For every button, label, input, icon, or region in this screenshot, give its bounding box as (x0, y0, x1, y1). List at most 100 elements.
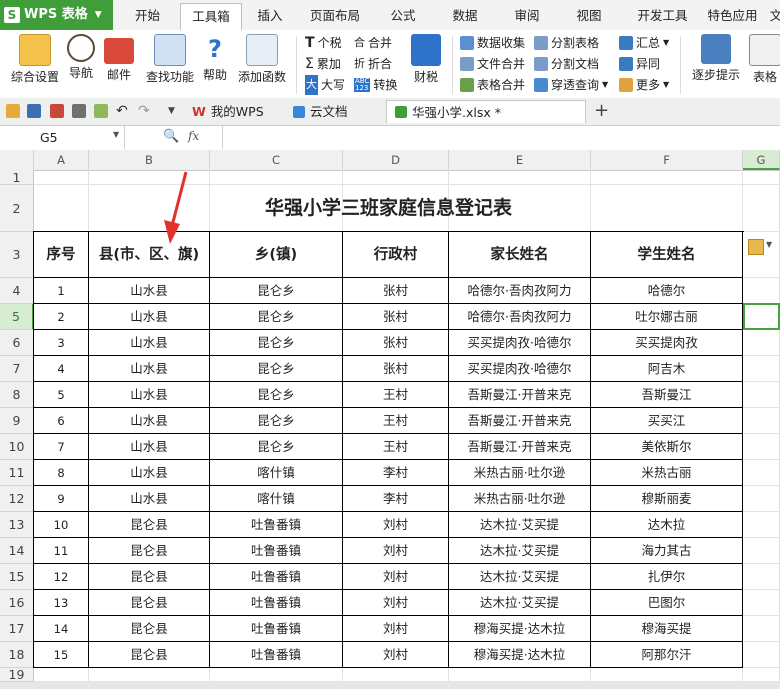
table-cell[interactable]: 达木拉·艾买提 (449, 590, 591, 616)
header-cell[interactable]: 县(市、区、旗) (89, 232, 210, 278)
table-cell[interactable]: 刘村 (343, 616, 449, 642)
diff-button[interactable]: 异同 (619, 54, 660, 74)
column-header-e[interactable]: E (449, 150, 591, 170)
row-header-3[interactable]: 3 (0, 232, 34, 278)
header-cell[interactable]: 学生姓名 (591, 232, 743, 278)
table-cell[interactable]: 穆海买提 (591, 616, 743, 642)
row-header-11[interactable]: 11 (0, 460, 34, 486)
table-cell[interactable]: 9 (34, 486, 89, 512)
table-cell[interactable]: 刘村 (343, 512, 449, 538)
table-cell[interactable]: 山水县 (89, 278, 210, 304)
navigate-button[interactable]: 导航 (64, 34, 98, 81)
table-cell[interactable]: 吾斯曼江·开普来克 (449, 382, 591, 408)
table-cell[interactable]: 5 (34, 382, 89, 408)
table-cell[interactable]: 刘村 (343, 564, 449, 590)
table-cell[interactable]: 吾斯曼江·开普来克 (449, 408, 591, 434)
save-icon[interactable] (27, 104, 41, 118)
table-cell[interactable]: 山水县 (89, 408, 210, 434)
table-cell[interactable]: 昆仑县 (89, 512, 210, 538)
row-header-15[interactable]: 15 (0, 564, 34, 590)
redo-icon[interactable]: ↷ (138, 104, 152, 118)
settings-button[interactable]: 综合设置 (6, 34, 64, 85)
header-cell[interactable]: 家长姓名 (449, 232, 591, 278)
table-cell[interactable]: 10 (34, 512, 89, 538)
row-header-9[interactable]: 9 (0, 408, 34, 434)
table-cell[interactable]: 山水县 (89, 460, 210, 486)
row-header-6[interactable]: 6 (0, 330, 34, 356)
table-cell[interactable]: 山水县 (89, 356, 210, 382)
table-cell[interactable]: 7 (34, 434, 89, 460)
table-cell[interactable]: 山水县 (89, 330, 210, 356)
row-header-12[interactable]: 12 (0, 486, 34, 512)
table-cell[interactable]: 王村 (343, 382, 449, 408)
table-cell[interactable]: 喀什镇 (210, 460, 343, 486)
find-button[interactable]: 查找功能 (144, 34, 196, 85)
paste-options-icon[interactable] (748, 239, 764, 255)
print-icon[interactable] (72, 104, 86, 118)
table-cell[interactable]: 达木拉·艾买提 (449, 564, 591, 590)
split-doc-button[interactable]: 分割文档 (534, 54, 599, 74)
finance-button[interactable]: 财税 (406, 34, 446, 85)
function-fx-icon[interactable]: fx (188, 129, 199, 143)
table-button[interactable]: 表格 (748, 34, 780, 85)
menu-tab[interactable]: 特色应用 (700, 0, 765, 30)
doc-tab-my-wps[interactable]: W 我的WPS (184, 100, 272, 123)
table-merge-button[interactable]: 表格合并 (460, 75, 525, 95)
table-cell[interactable]: 吾斯曼江 (591, 382, 743, 408)
table-cell[interactable]: 吐鲁番镇 (210, 564, 343, 590)
zoom-search-icon[interactable]: 🔍 (163, 129, 179, 144)
table-cell[interactable]: 巴图尔 (591, 590, 743, 616)
header-cell[interactable]: 乡(镇) (210, 232, 343, 278)
column-header-a[interactable]: A (34, 150, 89, 170)
table-cell[interactable]: 阿那尔汗 (591, 642, 743, 668)
column-header-d[interactable]: D (343, 150, 449, 170)
table-cell[interactable]: 达木拉·艾买提 (449, 512, 591, 538)
menu-tab[interactable]: 视图 (564, 0, 614, 30)
row-header-1[interactable]: 1 (0, 170, 34, 185)
menu-tab[interactable]: 公式 (378, 0, 428, 30)
table-cell[interactable]: 昆仑县 (89, 616, 210, 642)
menu-tab[interactable]: 文 (766, 0, 780, 30)
table-cell[interactable]: 山水县 (89, 486, 210, 512)
table-cell[interactable]: 达木拉·艾买提 (449, 538, 591, 564)
table-cell[interactable]: 13 (34, 590, 89, 616)
row-header-18[interactable]: 18 (0, 642, 34, 668)
table-cell[interactable]: 4 (34, 356, 89, 382)
table-cell[interactable]: 张村 (343, 356, 449, 382)
table-cell[interactable]: 李村 (343, 460, 449, 486)
table-cell[interactable]: 昆仑乡 (210, 304, 343, 330)
column-header-c[interactable]: C (210, 150, 343, 170)
table-cell[interactable]: 米热古丽 (591, 460, 743, 486)
app-menu-button[interactable]: S WPS 表格 ▼ (0, 0, 113, 30)
formula-input[interactable] (222, 126, 780, 149)
table-cell[interactable]: 吐鲁番镇 (210, 538, 343, 564)
sum-button[interactable]: Σ 累加 (305, 54, 341, 74)
table-cell[interactable]: 扎伊尔 (591, 564, 743, 590)
table-cell[interactable]: 山水县 (89, 434, 210, 460)
row-header-7[interactable]: 7 (0, 356, 34, 382)
menu-tab[interactable]: 工具箱 (180, 3, 242, 31)
table-cell[interactable]: 喀什镇 (210, 486, 343, 512)
merge-button[interactable]: 合合并 (354, 33, 392, 53)
table-cell[interactable]: 阿吉木 (591, 356, 743, 382)
table-cell[interactable]: 穆斯丽麦 (591, 486, 743, 512)
row-header-4[interactable]: 4 (0, 278, 34, 304)
table-cell[interactable]: 昆仑乡 (210, 408, 343, 434)
name-box[interactable]: G5 (0, 126, 125, 149)
table-cell[interactable]: 2 (34, 304, 89, 330)
row-header-16[interactable]: 16 (0, 590, 34, 616)
table-cell[interactable]: 8 (34, 460, 89, 486)
table-cell[interactable]: 6 (34, 408, 89, 434)
table-cell[interactable]: 米热古丽·吐尔逊 (449, 460, 591, 486)
table-cell[interactable]: 买买提肉孜·哈德尔 (449, 356, 591, 382)
horizontal-scrollbar[interactable] (0, 682, 780, 689)
summary-button[interactable]: 汇总 ▼ (619, 33, 669, 53)
table-cell[interactable]: 买买提肉孜 (591, 330, 743, 356)
table-cell[interactable]: 吾斯曼江·开普来克 (449, 434, 591, 460)
table-cell[interactable]: 昆仑乡 (210, 278, 343, 304)
table-cell[interactable]: 昆仑县 (89, 564, 210, 590)
new-tab-icon[interactable]: + (594, 100, 609, 121)
table-cell[interactable]: 米热古丽·吐尔逊 (449, 486, 591, 512)
menu-tab[interactable]: 开始 (120, 0, 175, 30)
table-cell[interactable]: 穆海买提·达木拉 (449, 616, 591, 642)
